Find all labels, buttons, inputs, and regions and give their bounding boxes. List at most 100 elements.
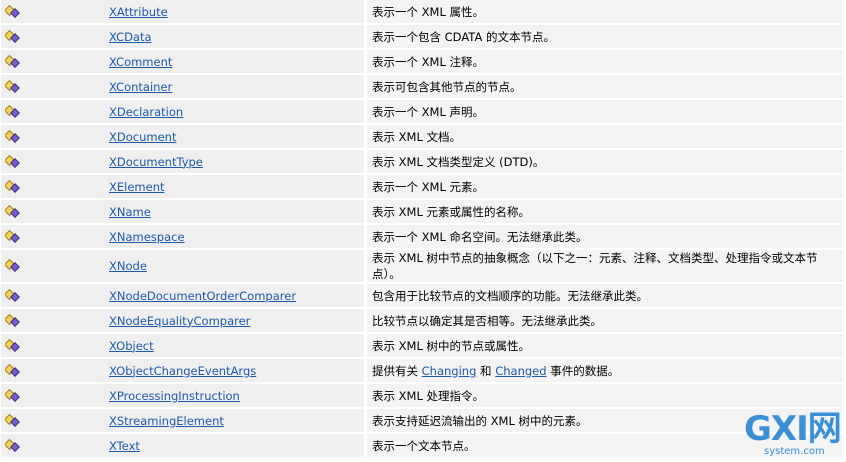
class-name-cell: XNode bbox=[103, 250, 367, 284]
table-row: XName 表示 XML 元素或属性的名称。 bbox=[1, 200, 843, 225]
table-row: XAttribute 表示一个 XML 属性。 bbox=[1, 0, 843, 25]
table-row: XObject 表示 XML 树中的节点或属性。 bbox=[1, 334, 843, 359]
class-icon-cell bbox=[1, 0, 103, 25]
table-row: XNodeDocumentOrderComparer 包含用于比较节点的文档顺序… bbox=[1, 284, 843, 309]
class-name-cell: XDeclaration bbox=[103, 100, 367, 125]
class-link[interactable]: XCData bbox=[109, 30, 152, 44]
public-class-icon bbox=[3, 179, 21, 195]
public-class-icon bbox=[3, 104, 21, 120]
public-class-icon bbox=[3, 154, 21, 170]
class-link[interactable]: XNode bbox=[109, 259, 147, 273]
class-link[interactable]: XElement bbox=[109, 180, 165, 194]
table-row: XText 表示一个文本节点。 bbox=[1, 434, 843, 459]
class-icon-cell bbox=[1, 50, 103, 75]
class-link[interactable]: XDocument bbox=[109, 130, 176, 144]
class-icon-cell bbox=[1, 359, 103, 384]
watermark-logo-text: GXI网 bbox=[744, 409, 842, 449]
table-row: XDocument 表示 XML 文档。 bbox=[1, 125, 843, 150]
class-desc: 表示 XML 文档类型定义 (DTD)。 bbox=[367, 150, 843, 175]
class-link[interactable]: XNamespace bbox=[109, 230, 185, 244]
class-name-cell: XDocumentType bbox=[103, 150, 367, 175]
class-link[interactable]: XAttribute bbox=[109, 5, 168, 19]
public-class-icon bbox=[3, 338, 21, 354]
class-table: XAttribute 表示一个 XML 属性。 XCData 表示一个包含 CD… bbox=[1, 0, 843, 459]
class-desc: 表示一个 XML 注释。 bbox=[367, 50, 843, 75]
class-name-cell: XName bbox=[103, 200, 367, 225]
public-class-icon bbox=[3, 388, 21, 404]
class-name-cell: XNamespace bbox=[103, 225, 367, 250]
class-icon-cell bbox=[1, 334, 103, 359]
public-class-icon bbox=[3, 288, 21, 304]
class-name-cell: XStreamingElement bbox=[103, 409, 367, 434]
class-desc: 比较节点以确定其是否相等。无法继承此类。 bbox=[367, 309, 843, 334]
class-icon-cell bbox=[1, 309, 103, 334]
class-link[interactable]: XProcessingInstruction bbox=[109, 389, 240, 403]
watermark-domain-text: system.com bbox=[764, 446, 825, 457]
class-link[interactable]: XNodeDocumentOrderComparer bbox=[109, 289, 296, 303]
changed-event-link[interactable]: Changed bbox=[495, 364, 546, 378]
public-class-icon bbox=[3, 4, 21, 20]
class-icon-cell bbox=[1, 100, 103, 125]
class-icon-cell bbox=[1, 225, 103, 250]
class-link[interactable]: XText bbox=[109, 439, 140, 453]
class-link[interactable]: XObject bbox=[109, 339, 154, 353]
desc-text: 和 bbox=[476, 363, 496, 378]
class-link[interactable]: XName bbox=[109, 205, 151, 219]
class-name-cell: XText bbox=[103, 434, 367, 459]
class-icon-cell bbox=[1, 384, 103, 409]
public-class-icon bbox=[3, 313, 21, 329]
public-class-icon bbox=[3, 129, 21, 145]
class-desc: 表示 XML 元素或属性的名称。 bbox=[367, 200, 843, 225]
class-icon-cell bbox=[1, 25, 103, 50]
class-icon-cell bbox=[1, 150, 103, 175]
class-desc: 提供有关 Changing 和 Changed 事件的数据。 bbox=[367, 359, 843, 384]
class-icon-cell bbox=[1, 200, 103, 225]
table-row: XElement 表示一个 XML 元素。 bbox=[1, 175, 843, 200]
changing-event-link[interactable]: Changing bbox=[422, 364, 477, 378]
table-row: XCData 表示一个包含 CDATA 的文本节点。 bbox=[1, 25, 843, 50]
class-icon-cell bbox=[1, 75, 103, 100]
table-row: XDocumentType 表示 XML 文档类型定义 (DTD)。 bbox=[1, 150, 843, 175]
public-class-icon bbox=[3, 29, 21, 45]
class-link[interactable]: XDocumentType bbox=[109, 155, 203, 169]
class-link[interactable]: XDeclaration bbox=[109, 105, 183, 119]
class-link[interactable]: XComment bbox=[109, 55, 172, 69]
class-desc: 包含用于比较节点的文档顺序的功能。无法继承此类。 bbox=[367, 284, 843, 309]
table-row: XProcessingInstruction 表示 XML 处理指令。 bbox=[1, 384, 843, 409]
desc-text: 事件的数据。 bbox=[546, 363, 620, 378]
table-row: XComment 表示一个 XML 注释。 bbox=[1, 50, 843, 75]
class-link[interactable]: XObjectChangeEventArgs bbox=[109, 364, 256, 378]
class-link[interactable]: XContainer bbox=[109, 80, 172, 94]
class-link[interactable]: XStreamingElement bbox=[109, 414, 224, 428]
table-row: XObjectChangeEventArgs 提供有关 Changing 和 C… bbox=[1, 359, 843, 384]
class-name-cell: XNodeEqualityComparer bbox=[103, 309, 367, 334]
table-row: XNamespace 表示一个 XML 命名空间。无法继承此类。 bbox=[1, 225, 843, 250]
class-name-cell: XComment bbox=[103, 50, 367, 75]
class-desc: 表示一个 XML 属性。 bbox=[367, 0, 843, 25]
class-link[interactable]: XNodeEqualityComparer bbox=[109, 314, 250, 328]
class-icon-cell bbox=[1, 409, 103, 434]
public-class-icon bbox=[3, 54, 21, 70]
class-icon-cell bbox=[1, 250, 103, 284]
table-row: XDeclaration 表示一个 XML 声明。 bbox=[1, 100, 843, 125]
class-desc: 表示 XML 树中节点的抽象概念（以下之一：元素、注释、文档类型、处理指令或文本… bbox=[367, 250, 843, 284]
class-name-cell: XAttribute bbox=[103, 0, 367, 25]
public-class-icon bbox=[3, 229, 21, 245]
public-class-icon bbox=[3, 363, 21, 379]
class-name-cell: XNodeDocumentOrderComparer bbox=[103, 284, 367, 309]
class-name-cell: XDocument bbox=[103, 125, 367, 150]
public-class-icon bbox=[3, 413, 21, 429]
class-icon-cell bbox=[1, 175, 103, 200]
class-name-cell: XObject bbox=[103, 334, 367, 359]
class-desc: 表示 XML 文档。 bbox=[367, 125, 843, 150]
table-row: XStreamingElement 表示支持延迟流输出的 XML 树中的元素。 bbox=[1, 409, 843, 434]
site-watermark: GXI网 system.com bbox=[744, 412, 842, 458]
class-desc: 表示一个 XML 声明。 bbox=[367, 100, 843, 125]
class-desc: 表示一个 XML 元素。 bbox=[367, 175, 843, 200]
class-name-cell: XElement bbox=[103, 175, 367, 200]
public-class-icon bbox=[3, 438, 21, 454]
public-class-icon bbox=[3, 258, 21, 274]
class-name-cell: XContainer bbox=[103, 75, 367, 100]
class-desc: 表示一个包含 CDATA 的文本节点。 bbox=[367, 25, 843, 50]
class-icon-cell bbox=[1, 284, 103, 309]
